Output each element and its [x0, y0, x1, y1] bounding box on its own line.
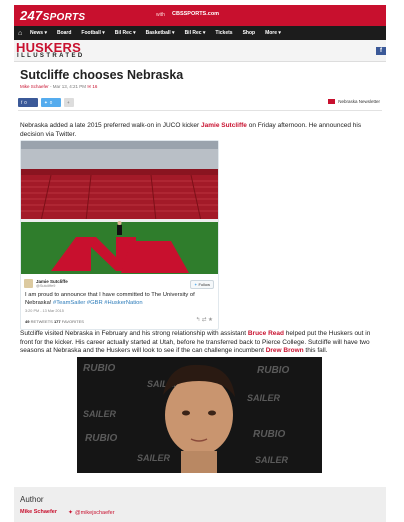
mail-icon — [328, 99, 336, 104]
svg-text:SAILER: SAILER — [137, 453, 171, 463]
home-icon[interactable]: ⌂ — [18, 30, 30, 37]
newsletter-label: Nebraska Newsletter — [338, 99, 380, 104]
tweet-timestamp[interactable]: 3:20 PM - 13 Mar 2015 — [25, 309, 64, 313]
twitter-share-count: 0 — [49, 100, 53, 105]
tweet-author-handle: @Sutcliffe9 — [36, 284, 56, 288]
partner-with-label: with — [156, 12, 165, 18]
share-buttons: f 0 ✦ 0 + — [18, 98, 74, 107]
tweet-photo[interactable] — [21, 141, 218, 274]
author-twitter-link[interactable]: ✦ @mikejschaefer — [68, 509, 115, 517]
facebook-icon: f — [21, 100, 23, 105]
nav-item-more[interactable]: More ▾ — [265, 30, 281, 36]
follow-button[interactable]: ✦ Follow — [189, 280, 214, 289]
nav-item-shop[interactable]: Shop — [243, 30, 256, 36]
article-title: Sutcliffe chooses Nebraska — [20, 68, 184, 82]
svg-text:SAILER: SAILER — [247, 393, 281, 403]
comment-count: 16 — [92, 84, 98, 89]
article: Sutcliffe chooses Nebraska Mike Schaefer… — [14, 64, 386, 484]
author-box: Author Mike Schaefer ✦ @mikejschaefer — [14, 487, 386, 522]
svg-text:RUBIO: RUBIO — [85, 433, 117, 444]
stadium-photo — [21, 141, 218, 274]
facebook-share-count: 0 — [24, 100, 27, 105]
player-link-drew-brown[interactable]: Drew Brown — [266, 347, 304, 354]
article-paragraph-2: Sutcliffe visited Nebraska in February a… — [20, 330, 371, 354]
svg-text:RUBIO: RUBIO — [83, 363, 115, 374]
svg-text:RUBIO: RUBIO — [253, 429, 285, 440]
newsletter-button[interactable]: Nebraska Newsletter — [328, 99, 380, 104]
tweet-stats: 49 RETWEETS 177 FAVORITES — [25, 319, 84, 324]
main-nav: ⌂ News ▾ Board Football ▾ Bil Rec ▾ Bask… — [14, 26, 386, 40]
embedded-tweet: Jamie Sutcliffe @Sutcliffe9 ✦ Follow I a… — [20, 140, 219, 330]
svg-text:RUBIO: RUBIO — [257, 365, 289, 376]
logo-number: 247 — [20, 8, 43, 23]
author-heading: Author — [20, 495, 44, 504]
facebook-icon[interactable]: f — [376, 47, 386, 55]
headshot-photo: RUBIO SAILER RUBIO SAILER SAILER RUBIO R… — [77, 357, 322, 473]
player-link-jamie-sutcliffe[interactable]: Jamie Sutcliffe — [201, 122, 247, 129]
site-logo[interactable]: 247SPORTS — [20, 8, 85, 23]
more-share-button[interactable]: + — [64, 98, 74, 107]
nav-item-football[interactable]: Football ▾ — [81, 30, 104, 36]
backdrop-photo: RUBIO SAILER RUBIO SAILER SAILER RUBIO R… — [77, 357, 322, 473]
divider — [18, 110, 382, 111]
nav-item-bil-rec-football[interactable]: Bil Rec ▾ — [115, 30, 136, 36]
masthead: HUSKERS ILLUSTRATED f — [14, 40, 386, 62]
avatar — [24, 279, 33, 288]
article-paragraph-1: Nebraska added a late 2015 preferred wal… — [20, 122, 362, 138]
nav-item-news[interactable]: News ▾ — [30, 30, 47, 36]
tweet-text: I am proud to announce that I have commi… — [25, 292, 195, 306]
nav-item-board[interactable]: Board — [57, 30, 71, 36]
coach-link-bruce-read[interactable]: Bruce Read — [248, 330, 284, 337]
nav-item-bil-rec-basketball[interactable]: Bil Rec ▾ — [185, 30, 206, 36]
nav-item-tickets[interactable]: Tickets — [215, 30, 232, 36]
facebook-share-button[interactable]: f 0 — [18, 98, 38, 107]
masthead-subtitle: ILLUSTRATED — [17, 53, 85, 59]
partner-logo[interactable]: CBSSPORTS.com — [172, 11, 219, 17]
twitter-icon: ✦ — [44, 99, 48, 105]
tweet-author[interactable]: Jamie Sutcliffe @Sutcliffe9 — [24, 279, 68, 288]
author-twitter-handle: @mikejschaefer — [75, 509, 115, 516]
nav-item-basketball[interactable]: Basketball ▾ — [146, 30, 175, 36]
twitter-bird-icon: ✦ — [193, 282, 198, 287]
byline: Mike Schaefer - Mar 13, 4:21 PM ✉ 16 — [20, 84, 97, 90]
tweet-hashtags[interactable]: #TeamSailer #GBR #HuskerNation — [53, 300, 143, 306]
comments-link[interactable]: ✉ 16 — [87, 84, 97, 89]
author-name-link[interactable]: Mike Schaefer — [20, 509, 57, 515]
tweet-actions[interactable]: ↰ ⇄ ★ — [196, 317, 213, 323]
twitter-icon: ✦ — [68, 510, 74, 516]
byline-date: - Mar 13, 4:21 PM — [48, 84, 87, 89]
site-header: 247SPORTS with CBSSPORTS.com — [14, 5, 386, 26]
logo-word: SPORTS — [42, 12, 86, 23]
svg-text:SAILER: SAILER — [255, 455, 289, 465]
byline-author-link[interactable]: Mike Schaefer — [20, 84, 49, 89]
twitter-share-button[interactable]: ✦ 0 — [41, 98, 61, 107]
svg-text:SAILER: SAILER — [83, 409, 117, 419]
